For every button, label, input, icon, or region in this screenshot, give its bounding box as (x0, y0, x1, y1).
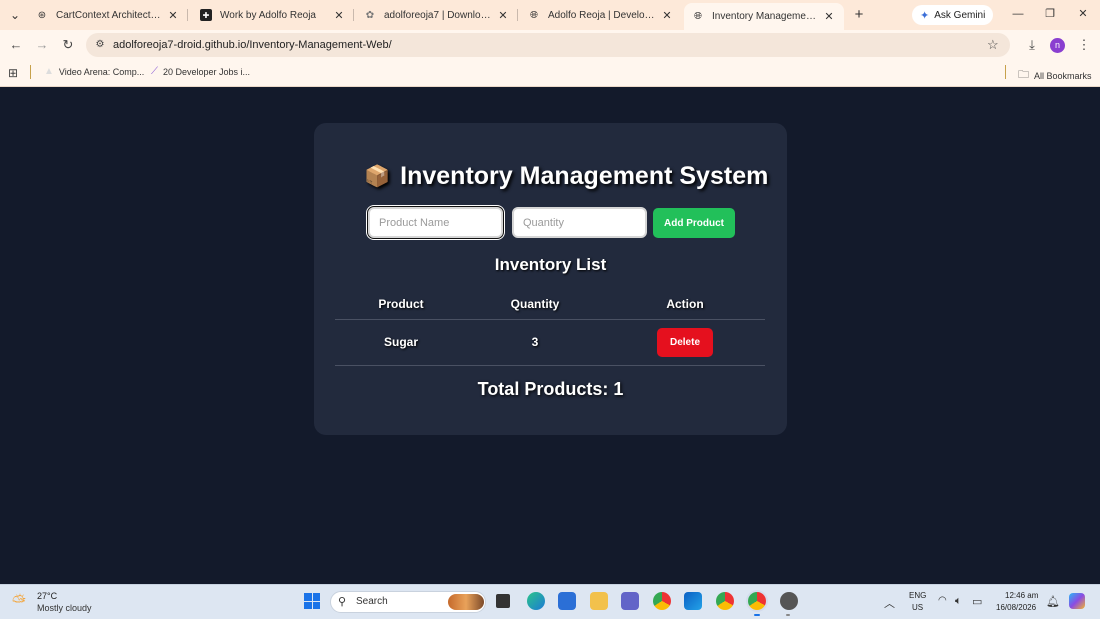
gemini-spark-icon: ✦ (920, 9, 930, 22)
add-product-button[interactable]: Add Product (653, 208, 735, 238)
tab-search-chevron-icon[interactable]: ⌄ (5, 5, 25, 25)
site-info-icon[interactable]: ⚙ (93, 38, 107, 52)
column-header-product: Product (378, 297, 424, 311)
chrome-icon[interactable] (653, 592, 671, 610)
ask-gemini-button[interactable]: ✦ Ask Gemini (912, 5, 994, 25)
open-app-indicator (786, 614, 790, 616)
profile-avatar[interactable]: n (1050, 38, 1065, 53)
chrome-active-icon[interactable] (748, 592, 766, 610)
inventory-list-heading: Inventory List (494, 255, 607, 274)
cell-product: Sugar (383, 335, 418, 349)
new-tab-button[interactable]: + (850, 6, 868, 24)
tab-work[interactable]: ✚ Work by Adolfo Reoja ✕ (192, 4, 354, 26)
file-explorer-icon[interactable] (590, 592, 608, 610)
tab-title: CartContext Architecture Fix (56, 9, 162, 21)
bookmark-developer-jobs[interactable]: ⟋ 20 Developer Jobs i... (151, 66, 250, 77)
keyboard-layout[interactable]: US (912, 603, 923, 612)
teams-icon[interactable] (621, 592, 639, 610)
notification-bell-icon[interactable]: 🔔︎ (1046, 595, 1060, 608)
weather-cloud-icon[interactable]: ⛅︎ (12, 592, 26, 612)
cell-quantity: 3 (531, 335, 539, 349)
weather-condition[interactable]: Mostly cloudy (37, 603, 92, 613)
table-header-divider (335, 319, 765, 320)
close-icon[interactable]: ✕ (332, 9, 346, 22)
divider (30, 65, 31, 79)
unity-hub-icon[interactable] (780, 592, 798, 610)
clock-time[interactable]: 12:46 am (1005, 591, 1038, 600)
close-icon[interactable]: ✕ (822, 10, 836, 23)
ask-gemini-label: Ask Gemini (934, 9, 986, 21)
bookmark-label: Video Arena: Comp... (58, 66, 145, 77)
table-row-divider (335, 365, 765, 366)
wifi-icon[interactable]: ◠ (938, 595, 947, 606)
search-icon: ⚲ (338, 596, 347, 608)
close-icon[interactable]: ✕ (660, 9, 674, 22)
close-icon[interactable]: ✕ (496, 9, 510, 22)
volume-icon[interactable]: 🔈︎ (955, 595, 962, 608)
tab-inventory[interactable]: 🌐︎ Inventory Management Syster ✕ (684, 3, 844, 30)
tab-title: adolforeoja7 | Download Unit (384, 9, 492, 21)
active-app-indicator (754, 614, 760, 616)
show-hidden-icons-chevron-icon[interactable]: ︿ (884, 595, 895, 611)
task-view-icon[interactable] (496, 594, 510, 608)
menu-kebab-icon[interactable]: ⋮ (1075, 36, 1093, 54)
store-icon[interactable] (684, 592, 702, 610)
edge-icon[interactable] (527, 592, 545, 610)
quantity-input[interactable] (512, 207, 647, 238)
page-title: 📦 Inventory Management System (364, 162, 768, 191)
total-products: Total Products: 1 (477, 379, 624, 399)
site-logo-icon: ✚ (200, 9, 212, 21)
product-name-input[interactable] (368, 207, 503, 238)
taskbar (0, 584, 1100, 619)
package-icon: 📦 (364, 164, 391, 188)
tab-title: Work by Adolfo Reoja (220, 9, 316, 21)
tab-cartcontext[interactable]: ⊛ CartContext Architecture Fix ✕ (28, 4, 188, 26)
column-header-quantity: Quantity (510, 297, 560, 311)
taskbar-search-label: Search (356, 596, 388, 607)
temperature[interactable]: 27°C (37, 591, 57, 601)
openai-icon: ⊛ (37, 9, 47, 21)
page-title-text: Inventory Management System (400, 162, 769, 190)
copilot-icon[interactable] (1069, 593, 1085, 609)
column-header-action: Action (666, 297, 704, 311)
bookmark-label: 20 Developer Jobs i... (163, 66, 251, 77)
bookmark-star-icon[interactable]: ☆ (987, 37, 999, 53)
globe-icon: 🌐︎ (530, 9, 538, 21)
minimize-button[interactable]: — (1006, 5, 1030, 23)
all-bookmarks-button[interactable]: 🗀 All Bookmarks (1018, 66, 1092, 85)
restore-button[interactable]: ❐ (1038, 5, 1062, 23)
bookmark-video-arena[interactable]: ▲ Video Arena: Comp... (44, 66, 144, 77)
tab-download-unit[interactable]: ✿ adolforeoja7 | Download Unit ✕ (356, 4, 518, 26)
search-highlight-image (448, 594, 484, 610)
close-icon[interactable]: ✕ (166, 9, 180, 22)
close-window-button[interactable]: ✕ (1071, 5, 1095, 23)
tab-title: Adolfo Reoja | Developer Port (548, 9, 656, 21)
delete-button[interactable]: Delete (657, 328, 713, 357)
puzzle-avatar-icon: ✿ (365, 9, 375, 21)
divider (1005, 65, 1006, 79)
word-icon[interactable] (558, 592, 576, 610)
url-text[interactable]: adolforeoja7-droid.github.io/Inventory-M… (113, 39, 392, 51)
tab-developer-port[interactable]: 🌐︎ Adolfo Reoja | Developer Port ✕ (520, 4, 682, 26)
all-bookmarks-label: All Bookmarks (1034, 70, 1092, 81)
chrome-profile-icon[interactable] (716, 592, 734, 610)
reload-icon[interactable]: ↻ (59, 36, 77, 54)
arena-icon: ▲ (44, 66, 54, 77)
globe-icon: 🌐︎ (694, 11, 702, 22)
forward-icon[interactable]: → (33, 36, 51, 54)
language-indicator[interactable]: ENG (909, 591, 926, 600)
apps-grid-icon[interactable]: ⊞ (8, 66, 18, 80)
battery-icon[interactable]: ▭ (972, 595, 982, 608)
windows-start-icon[interactable] (304, 593, 320, 609)
clock-date[interactable]: 16/08/2026 (996, 603, 1036, 612)
tab-title: Inventory Management Syster (712, 11, 818, 22)
feather-icon: ⟋ (151, 66, 158, 77)
folder-icon: 🗀 (1018, 69, 1029, 81)
back-icon[interactable]: ← (7, 36, 25, 54)
download-icon[interactable]: ⤓ (1023, 36, 1041, 54)
